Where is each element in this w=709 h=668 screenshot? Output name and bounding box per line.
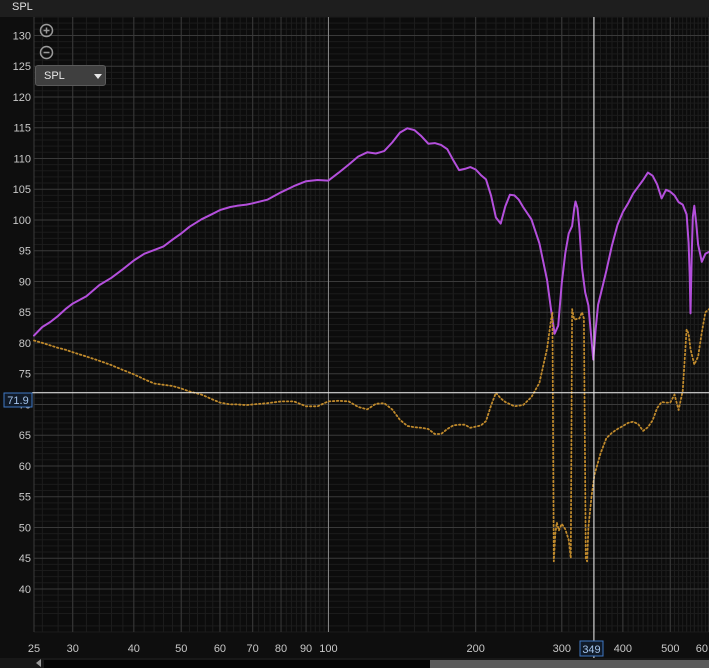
- spl-graph-panel: SPL 40 45 50 55 60 65 70 75 80 85 90 95 100 105 110 115…: [0, 0, 709, 668]
- x-tick-label: 60: [696, 643, 708, 655]
- x-tick-label: 70: [247, 643, 259, 655]
- y-tick-label: 120: [13, 92, 31, 104]
- y-tick-label: 65: [19, 430, 31, 442]
- y-tick-label: 100: [13, 215, 31, 227]
- measurement-select-value: SPL: [44, 70, 65, 82]
- y-tick-label: 105: [13, 184, 31, 196]
- x-tick-label: 40: [128, 643, 140, 655]
- y-tick-label: 95: [19, 246, 31, 258]
- y-tick-label: 55: [19, 492, 31, 504]
- x-tick-label: 300: [553, 643, 571, 655]
- y-tick-label: 60: [19, 461, 31, 473]
- x-tick-label: 400: [614, 643, 632, 655]
- x-tick-label: 200: [466, 643, 484, 655]
- x-tick-label: 90: [300, 643, 312, 655]
- x-tick-label: 30: [67, 643, 79, 655]
- y-tick-label: 40: [19, 584, 31, 596]
- scroll-track[interactable]: [44, 660, 430, 668]
- y-tick-label: 45: [19, 553, 31, 565]
- y-tick-label: 125: [13, 61, 31, 73]
- scroll-left-icon[interactable]: [36, 659, 41, 667]
- y-tick-label: 130: [13, 30, 31, 42]
- x-tick-label: 25: [28, 643, 40, 655]
- x-tick-label: 500: [661, 643, 679, 655]
- x-tick-label: 50: [175, 643, 187, 655]
- zoom-out-icon[interactable]: [39, 45, 54, 60]
- y-tick-label: 115: [13, 123, 31, 135]
- measurement-select[interactable]: SPL: [35, 65, 106, 86]
- grid-minor: [34, 16, 709, 633]
- zoom-in-icon[interactable]: [39, 23, 54, 38]
- x-cursor-readout: 349: [582, 644, 600, 656]
- y-tick-label: 50: [19, 522, 31, 534]
- x-tick-label: 80: [275, 643, 287, 655]
- y-tick-label: 80: [19, 338, 31, 350]
- x-tick-label: 60: [214, 643, 226, 655]
- y-tick-label: 110: [13, 153, 31, 165]
- y-tick-label: 75: [19, 369, 31, 381]
- scroll-thumb[interactable]: [430, 660, 709, 668]
- chevron-down-icon: [94, 74, 102, 79]
- horizontal-scrollbar[interactable]: [0, 658, 709, 668]
- y-tick-label: 90: [19, 276, 31, 288]
- y-tick-label: 85: [19, 307, 31, 319]
- x-tick-label: 100: [319, 643, 337, 655]
- spl-chart[interactable]: 40 45 50 55 60 65 70 75 80 85 90 95 100 105 110 115 120 1…: [0, 0, 709, 668]
- y-cursor-readout: 71.9: [7, 395, 28, 407]
